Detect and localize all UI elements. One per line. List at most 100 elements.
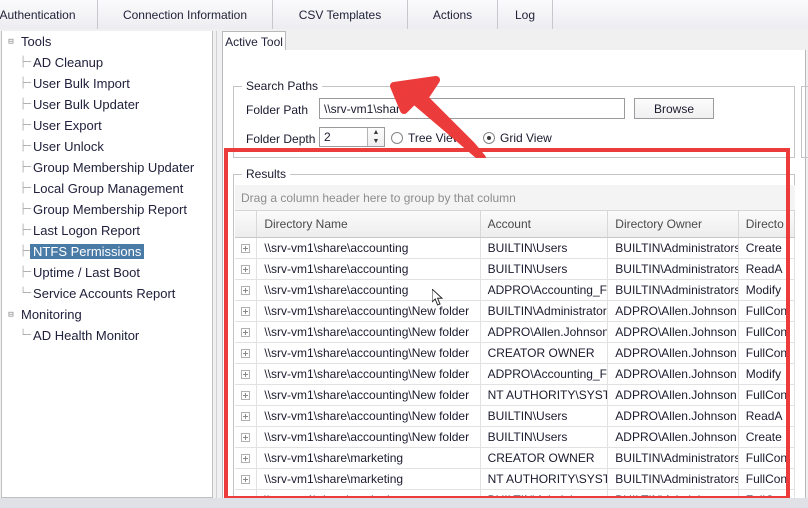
cell-directory-owner[interactable]: BUILTIN\Administrators [608,469,739,489]
sidebar-item-group-membership-report[interactable]: ├─ Group Membership Report [2,199,212,220]
sidebar-item-ntfs-permissions[interactable]: ├─ NTFS Permissions [2,241,212,262]
table-row[interactable]: \\srv-vm1\share\accounting\New folder ADP… [235,364,795,385]
grid-column-header[interactable]: Directory Name [257,211,481,237]
cell-directory-name[interactable]: \\srv-vm1\share\accounting\New folder [257,322,481,342]
stepper-down-icon[interactable]: ▼ [368,137,384,146]
cell-directory-name[interactable]: \\srv-vm1\share\accounting\New folder [257,406,481,426]
cell-directory-name[interactable]: \\srv-vm1\share\marketing [257,448,481,468]
cell-directory-owner[interactable]: ADPRO\Allen.Johnson [608,427,739,447]
cell-directory-rights[interactable]: Modify [739,280,795,300]
table-row[interactable]: \\srv-vm1\share\accounting\New folder CRE… [235,343,795,364]
cell-directory-rights[interactable]: ReadA [739,259,795,279]
sidebar-item-uptime-last-boot[interactable]: ├─ Uptime / Last Boot [2,262,212,283]
sidebar-item-tools[interactable]: ⊟ Tools [2,31,212,52]
sidebar-item-user-export[interactable]: ├─ User Export [2,115,212,136]
cell-account[interactable]: BUILTIN\Users [481,238,609,258]
row-expand-cell[interactable] [235,364,258,384]
expand-plus-icon[interactable] [241,390,251,400]
tab-active-tool[interactable]: Active Tool [222,31,286,51]
cell-directory-rights[interactable]: Create [739,427,795,447]
cell-account[interactable]: ADPRO\Allen.Johnson [481,322,609,342]
row-expand-cell[interactable] [235,238,258,258]
results-grid[interactable]: Drag a column header here to group by th… [235,185,795,508]
cell-account[interactable]: NT AUTHORITY\SYSTEM [481,469,609,489]
table-row[interactable]: \\srv-vm1\share\marketing CREATOR OWNER BU… [235,448,795,469]
folder-path-input[interactable]: \\srv-vm1\share [319,98,625,119]
row-expand-cell[interactable] [235,427,258,447]
cell-directory-rights[interactable]: Modify [739,364,795,384]
cell-directory-name[interactable]: \\srv-vm1\share\accounting [257,280,481,300]
cell-directory-owner[interactable]: BUILTIN\Administrators [608,238,739,258]
table-row[interactable]: \\srv-vm1\share\accounting BUILTIN\Users B… [235,238,795,259]
navigation-tree[interactable]: ⊟ Tools ├─ AD Cleanup ├─ User Bulk Import ├─ Us… [1,31,213,498]
group-by-dropzone[interactable]: Drag a column header here to group by th… [235,185,795,211]
expand-plus-icon[interactable] [241,474,251,484]
cell-directory-owner[interactable]: ADPRO\Allen.Johnson [608,322,739,342]
expand-plus-icon[interactable] [241,432,251,442]
grid-column-header[interactable] [235,211,258,237]
table-row[interactable]: \\srv-vm1\share\accounting\New folder BUI… [235,301,795,322]
table-row[interactable]: \\srv-vm1\share\accounting\New folder ADP… [235,322,795,343]
row-expand-cell[interactable] [235,280,258,300]
browse-button[interactable]: Browse [634,98,714,119]
expand-plus-icon[interactable] [241,453,251,463]
tab-csv-templates[interactable]: CSV Templates [273,0,408,29]
cell-directory-rights[interactable]: FullCon [739,343,795,363]
cell-directory-owner[interactable]: BUILTIN\Administrators [608,259,739,279]
cell-account[interactable]: CREATOR OWNER [481,343,609,363]
row-expand-cell[interactable] [235,406,258,426]
sidebar-item-local-group-management[interactable]: ├─ Local Group Management [2,178,212,199]
cell-directory-owner[interactable]: BUILTIN\Administrators [608,280,739,300]
sidebar-item-user-unlock[interactable]: ├─ User Unlock [2,136,212,157]
cell-account[interactable]: NT AUTHORITY\SYSTEM [481,385,609,405]
tree-expander-icon[interactable]: ⊟ [4,310,18,320]
cell-directory-rights[interactable]: FullCon [739,385,795,405]
sidebar-item-last-logon-report[interactable]: ├─ Last Logon Report [2,220,212,241]
table-row[interactable]: \\srv-vm1\share\accounting\New folder NT … [235,385,795,406]
expand-plus-icon[interactable] [241,306,251,316]
expand-plus-icon[interactable] [241,243,251,253]
cell-directory-owner[interactable]: ADPRO\Allen.Johnson [608,406,739,426]
cell-directory-owner[interactable]: BUILTIN\Administrators [608,448,739,468]
table-row[interactable]: \\srv-vm1\share\accounting BUILTIN\Users B… [235,259,795,280]
cell-directory-rights[interactable]: FullCon [739,322,795,342]
sidebar-item-ad-cleanup[interactable]: ├─ AD Cleanup [2,52,212,73]
table-row[interactable]: \\srv-vm1\share\accounting\New folder BUI… [235,427,795,448]
cell-account[interactable]: ADPRO\Accounting_Fold... [481,364,609,384]
expand-plus-icon[interactable] [241,264,251,274]
expand-plus-icon[interactable] [241,327,251,337]
row-expand-cell[interactable] [235,301,258,321]
sidebar-item-monitoring[interactable]: ⊟ Monitoring [2,304,212,325]
cell-directory-owner[interactable]: ADPRO\Allen.Johnson [608,343,739,363]
table-row[interactable]: \\srv-vm1\share\accounting ADPRO\Accounti… [235,280,795,301]
tab-log[interactable]: Log [498,0,553,29]
cell-account[interactable]: CREATOR OWNER [481,448,609,468]
cell-directory-owner[interactable]: ADPRO\Allen.Johnson [608,364,739,384]
expand-plus-icon[interactable] [241,369,251,379]
cell-directory-rights[interactable]: FullCon [739,469,795,489]
cell-directory-owner[interactable]: ADPRO\Allen.Johnson [608,385,739,405]
table-row[interactable]: \\srv-vm1\share\marketing NT AUTHORITY\SY… [235,469,795,490]
row-expand-cell[interactable] [235,343,258,363]
cell-directory-name[interactable]: \\srv-vm1\share\accounting\New folder [257,385,481,405]
cell-directory-rights[interactable]: FullCon [739,448,795,468]
cell-directory-name[interactable]: \\srv-vm1\share\accounting\New folder [257,343,481,363]
sidebar-item-ad-health-monitor[interactable]: └─ AD Health Monitor [2,325,212,346]
row-expand-cell[interactable] [235,385,258,405]
row-expand-cell[interactable] [235,448,258,468]
table-row[interactable]: \\srv-vm1\share\accounting\New folder BUI… [235,406,795,427]
cell-account[interactable]: BUILTIN\Users [481,259,609,279]
cell-directory-name[interactable]: \\srv-vm1\share\accounting [257,238,481,258]
radio-tree-view[interactable]: Tree View [391,131,461,145]
cell-account[interactable]: BUILTIN\Users [481,427,609,447]
folder-depth-stepper[interactable]: 2 ▲ ▼ [319,127,385,147]
grid-column-header[interactable]: Account [481,211,609,237]
expand-plus-icon[interactable] [241,348,251,358]
tab-authentication[interactable]: Authentication [0,0,98,29]
cell-account[interactable]: ADPRO\Accounting_Fold... [481,280,609,300]
stepper-arrows[interactable]: ▲ ▼ [367,128,384,146]
grid-column-header[interactable]: Directo [739,211,795,237]
cell-directory-name[interactable]: \\srv-vm1\share\accounting [257,259,481,279]
row-expand-cell[interactable] [235,259,258,279]
grid-body[interactable]: \\srv-vm1\share\accounting BUILTIN\Users B… [235,238,795,508]
